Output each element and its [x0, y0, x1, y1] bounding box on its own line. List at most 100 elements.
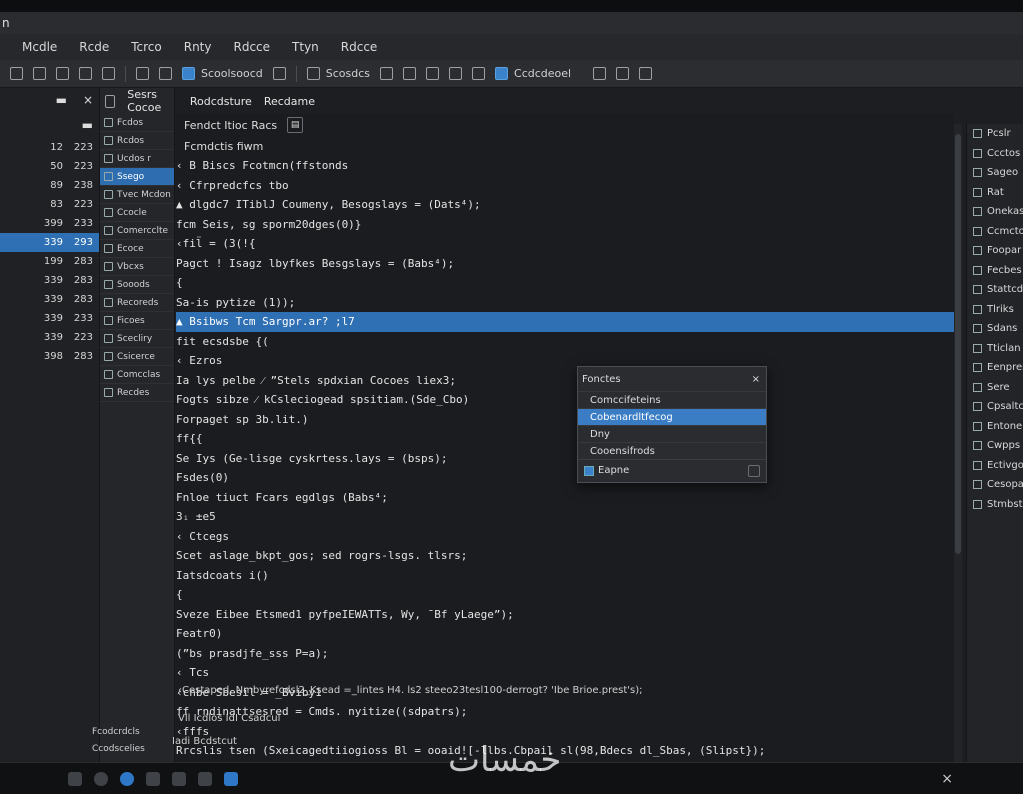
popup-option[interactable]: Dny	[578, 425, 766, 442]
table-row[interactable]: 339 283	[0, 271, 99, 290]
popup-checkbox-row[interactable]: Eapne	[584, 465, 629, 476]
table-row[interactable]: 83 223	[0, 195, 99, 214]
right-panel-item[interactable]: Sere	[967, 378, 1023, 398]
table-row[interactable]: 398 283	[0, 347, 99, 366]
nav-item[interactable]: Sooods	[100, 276, 174, 294]
nav-item[interactable]: Ucdos r	[100, 150, 174, 168]
grid-icon[interactable]	[306, 67, 320, 80]
nav-item[interactable]: Ccocle	[100, 204, 174, 222]
popup-option[interactable]: Cobenardltfecog	[578, 408, 766, 425]
code-line[interactable]: ‹ Cfrpredcfcs tbo	[176, 176, 954, 196]
nav-item[interactable]: Recdes	[100, 384, 174, 402]
menu-item[interactable]: Ttyn	[292, 40, 319, 54]
close-icon[interactable]: ×	[83, 93, 93, 107]
save-icon[interactable]	[79, 67, 92, 80]
code-line[interactable]: fcm Seis, sg sporm20dges(0)}	[176, 215, 954, 235]
copy-icon[interactable]	[136, 67, 149, 80]
code-line[interactable]: ‹ Ezros	[176, 351, 954, 371]
menu-item[interactable]: Tcrco	[131, 40, 162, 54]
new-file-icon[interactable]	[10, 67, 23, 80]
code-editor[interactable]: Fendct Itioc Racs ▤ Fcmdctis fiwm ‹ B Bi…	[176, 114, 954, 794]
right-panel-item[interactable]: Fecbes	[967, 261, 1023, 281]
menu-item[interactable]: Mcdle	[22, 40, 57, 54]
code-line[interactable]: ▲ Bsibws Tcm Sargpr.ar? ;l7	[176, 312, 954, 332]
code-line[interactable]: {	[176, 273, 954, 293]
right-panel-item[interactable]: Stmbstds	[967, 495, 1023, 515]
code-line[interactable]: ‹fil̈ = (3(!{	[176, 234, 954, 254]
code-line[interactable]: Se Iys (Ge-lisge cyskrtess.lays = (bsps)…	[176, 449, 954, 469]
code-line[interactable]: ‹ B Biscs Fcotmcn(ffstonds	[176, 156, 954, 176]
table-row[interactable]: 89 238	[0, 176, 99, 195]
table-row[interactable]: 339 293	[0, 233, 99, 252]
right-panel-item[interactable]: Cwpps	[967, 436, 1023, 456]
code-line[interactable]: Fsdes(0)	[176, 468, 954, 488]
bookmark-icon[interactable]	[403, 67, 417, 80]
code-icon[interactable]	[495, 67, 509, 80]
right-panel-item[interactable]: Sdans	[967, 319, 1023, 339]
nav-header-3[interactable]: Recdame	[264, 95, 315, 108]
menu-item[interactable]: Rcde	[79, 40, 109, 54]
nav-header-2[interactable]: Rodcdsture	[190, 95, 252, 108]
nav-item[interactable]: Recoreds	[100, 294, 174, 312]
right-panel-item[interactable]: Entonel	[967, 417, 1023, 437]
right-panel-item[interactable]: Ectivgos	[967, 456, 1023, 476]
start-icon[interactable]	[68, 771, 82, 786]
popup-action-icon[interactable]	[748, 464, 760, 477]
table-row[interactable]: 12 223	[0, 138, 99, 157]
breadcrumb[interactable]: Fcmdctis fiwm	[184, 140, 263, 153]
menu-item[interactable]: Rdcce	[233, 40, 270, 54]
right-panel-item[interactable]: Tticlan	[967, 339, 1023, 359]
copy-doc-icon[interactable]	[449, 67, 463, 80]
code-line[interactable]: ‹ Ctcegs	[176, 527, 954, 547]
menu-item[interactable]: Rdcce	[341, 40, 378, 54]
nav-item[interactable]: Comcclas	[100, 366, 174, 384]
nav-item[interactable]: Rcdos	[100, 132, 174, 150]
toolbar-label-3[interactable]: Ccdcdeoel	[514, 67, 571, 80]
open-icon[interactable]	[33, 67, 46, 80]
print-icon[interactable]	[102, 67, 115, 80]
layout-icon[interactable]	[426, 67, 440, 80]
nav-item[interactable]: Csicerce	[100, 348, 174, 366]
format-icon[interactable]	[182, 67, 195, 80]
debug-icon[interactable]	[593, 67, 607, 80]
right-panel-item[interactable]: Cesopas	[967, 475, 1023, 495]
nav-item[interactable]: Scecliry	[100, 330, 174, 348]
menu-item[interactable]: Rnty	[184, 40, 212, 54]
export-icon[interactable]	[639, 67, 653, 80]
code-line[interactable]: Sveze Eibee Etsmed1 pyfpeIEWATTs, Wy, ¯B…	[176, 605, 954, 625]
table-row[interactable]: 199 283	[0, 252, 99, 271]
app-icon[interactable]	[224, 771, 238, 786]
code-line[interactable]: Forpaget sp 3b.lit.)	[176, 410, 954, 430]
right-panel-item[interactable]: Cpsaltc	[967, 397, 1023, 417]
nav-item[interactable]: Ficoes	[100, 312, 174, 330]
minimize-icon[interactable]: ▬	[56, 93, 67, 107]
chart-icon[interactable]	[56, 67, 69, 80]
code-line[interactable]: Ia lys pelbe ⁄ ”Stels spdxian Cocoes lie…	[176, 371, 954, 391]
popup-option[interactable]: Cooensifrods	[578, 442, 766, 459]
toolbar-label-1[interactable]: Scoolsoocd	[201, 67, 263, 80]
close-icon[interactable]: ×	[752, 374, 760, 385]
edge-icon[interactable]	[120, 771, 134, 786]
table-row[interactable]: 339 233	[0, 309, 99, 328]
right-panel-item[interactable]: Stattcd	[967, 280, 1023, 300]
right-panel-item[interactable]: Onekas	[967, 202, 1023, 222]
collapse-icon[interactable]: ▬	[82, 118, 93, 132]
table-row[interactable]: 50 223	[0, 157, 99, 176]
nav-item[interactable]: Vbcxs	[100, 258, 174, 276]
table-icon[interactable]	[380, 67, 394, 80]
folder-icon[interactable]	[146, 771, 160, 786]
right-panel-item[interactable]: Sageo	[967, 163, 1023, 183]
code-line[interactable]: ff{{	[176, 429, 954, 449]
nav-item[interactable]: Comercclte	[100, 222, 174, 240]
settings-icon[interactable]	[272, 67, 286, 80]
toolbar-label-2[interactable]: Scosdcs	[326, 67, 370, 80]
history-icon[interactable]	[472, 67, 486, 80]
nav-bottom-1[interactable]: Fcodcrdcls	[92, 727, 140, 737]
file-icon[interactable]	[172, 771, 186, 786]
checkbox-icon[interactable]	[584, 465, 594, 476]
nav-bottom-2[interactable]: Ccodscelies	[92, 744, 145, 754]
nav-item[interactable]: Ecoce	[100, 240, 174, 258]
code-line[interactable]: (”bs prasdjfe_sss P=a);	[176, 644, 954, 664]
table-row[interactable]: 339 283	[0, 290, 99, 309]
right-panel-item[interactable]: Foopar	[967, 241, 1023, 261]
